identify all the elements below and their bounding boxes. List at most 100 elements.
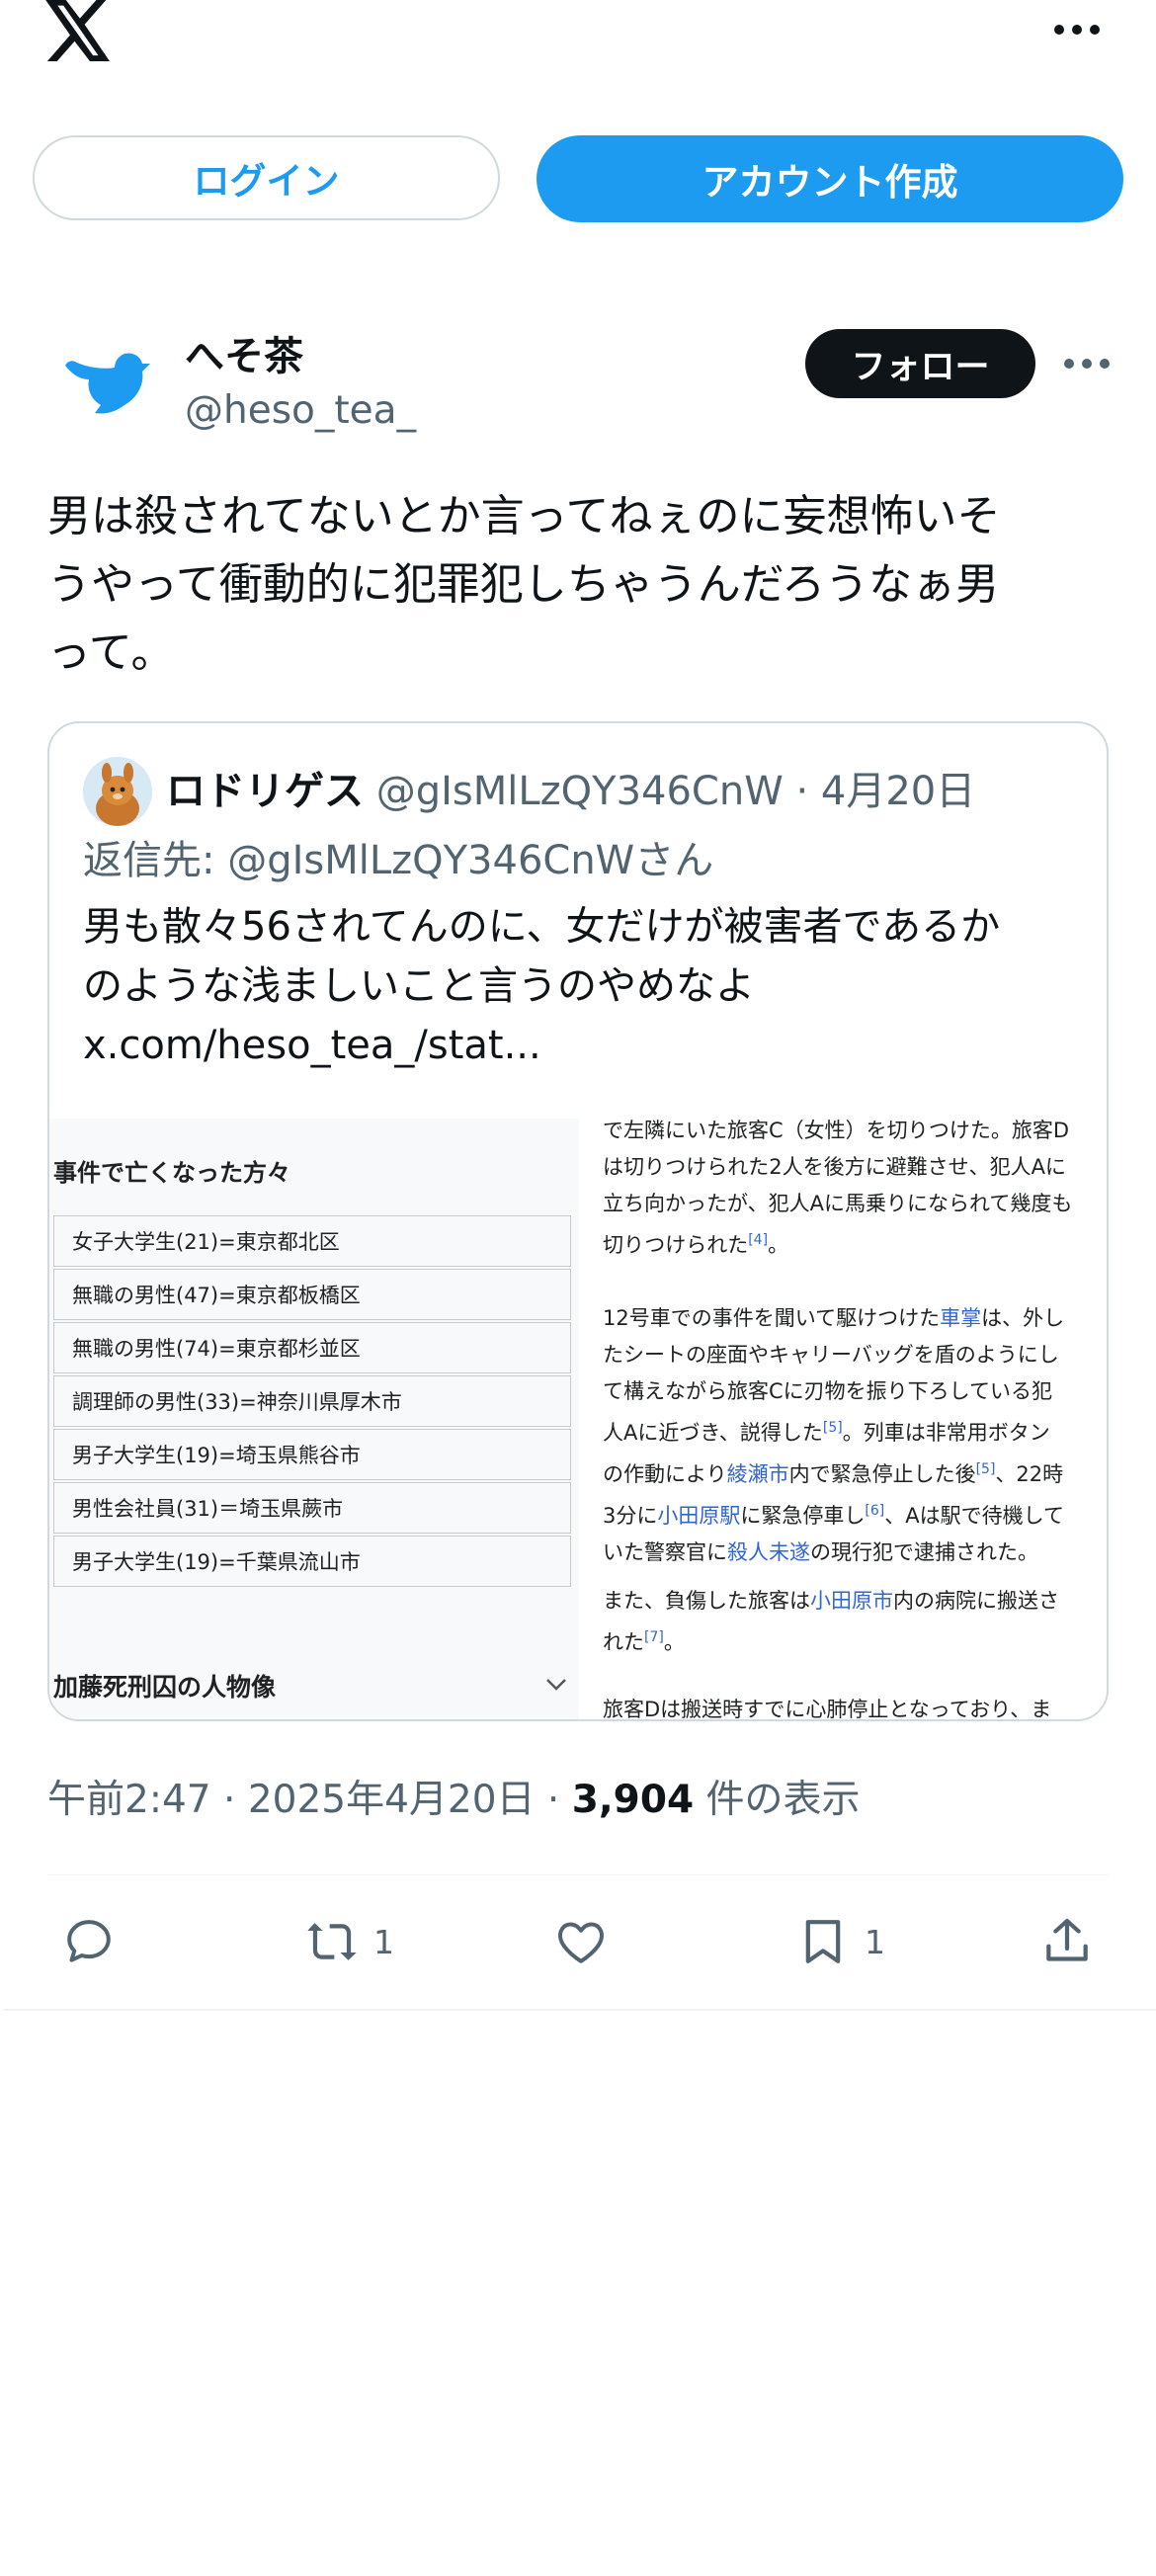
victims-heading: 事件で亡くなった方々 <box>53 1159 290 1187</box>
quoted-post-header: ロドリゲス @gIsMlLzQY346CnW · 4月20日 <box>166 759 975 816</box>
post-timestamp: 午前2:47 · 2025年4月20日 · 3,904 件の表示 <box>47 1769 861 1824</box>
wiki-text: いた警察官に <box>603 1540 727 1564</box>
follow-button[interactable]: フォロー <box>805 329 1035 398</box>
table-row: 男子大学生(19)=埼玉県熊谷市 <box>53 1429 571 1480</box>
wiki-link: 殺人未遂 <box>727 1540 810 1564</box>
post-time[interactable]: 午前2:47 <box>47 1778 211 1822</box>
quoted-text-line[interactable]: x.com/heso_tea_/stat... <box>83 1016 1081 1075</box>
wiki-link: 小田原市 <box>810 1589 893 1613</box>
wiki-text: 切りつけられた <box>603 1233 749 1257</box>
wiki-link: 綾瀬市 <box>726 1462 789 1486</box>
section-heading: 加藤死刑囚の人物像 <box>53 1673 277 1702</box>
views-label: 件の表示 <box>705 1778 861 1822</box>
table-row: 調理師の男性(33)=神奈川県厚木市 <box>53 1375 571 1427</box>
bird-icon <box>65 353 150 414</box>
post-text-line: 男は殺されてないとか言ってねぇのに妄想怖いそ <box>47 491 1001 541</box>
login-button[interactable]: ログイン <box>33 135 500 220</box>
create-account-button[interactable]: アカウント作成 <box>537 135 1123 222</box>
like-button[interactable] <box>553 1912 609 1971</box>
divider <box>4 2009 1156 2011</box>
table-row: 男子大学生(19)=千葉県流山市 <box>53 1536 571 1587</box>
wiki-text: 内で緊急停止した後 <box>788 1462 976 1486</box>
post-text-line: って。 <box>47 627 175 678</box>
wiki-link: 車掌 <box>940 1306 982 1330</box>
reply-icon <box>67 1920 111 1962</box>
wiki-paragraph: で左隣にいた旅客C（女性）を切りつけた。旅客D は切りつけられた2人を後方に避難… <box>603 1119 1097 1264</box>
quoted-text-line: のような浅ましいこと言うのやめなよ <box>83 963 755 1009</box>
wiki-line: 立ち向かったが、犯人Aに馬乗りになられて幾度も <box>603 1192 1073 1215</box>
wiki-line: いた警察官に殺人未遂の現行犯で逮捕された。 <box>603 1535 1097 1571</box>
quoted-author-name[interactable]: ロドリゲス <box>166 769 364 814</box>
post-date[interactable]: 2025年4月20日 <box>248 1778 536 1822</box>
wiki-line: 切りつけられた[4]。 <box>603 1232 789 1257</box>
separator-dot: · <box>795 769 809 814</box>
wiki-text: は、外し <box>981 1306 1065 1330</box>
wiki-right-panel: で左隣にいた旅客C（女性）を切りつけた。旅客D は切りつけられた2人を後方に避難… <box>603 1119 1097 1721</box>
x-logo-icon[interactable] <box>43 0 115 61</box>
wiki-line: の作動により綾瀬市内で緊急停止した後[5]、22時 <box>603 1452 1097 1493</box>
wiki-text: 、22時 <box>995 1462 1064 1486</box>
table-row: 無職の男性(74)=東京都杉並区 <box>53 1322 571 1373</box>
table-row: 男性会社員(31)＝埼玉県蕨市 <box>53 1482 571 1534</box>
wiki-text: また、負傷した旅客は <box>603 1589 810 1613</box>
post-text: 男は殺されてないとか言ってねぇのに妄想怖いそ うやって衝動的に犯罪犯しちゃうんだ… <box>47 482 1115 687</box>
retweet-button[interactable]: 1 <box>304 1912 394 1971</box>
wiki-text: の現行犯で逮捕された。 <box>810 1540 1038 1564</box>
share-icon <box>1046 1918 1088 1961</box>
quoted-author-avatar[interactable] <box>83 757 152 826</box>
separator-dot: · <box>546 1778 560 1822</box>
author-name[interactable]: へそ茶 <box>185 324 303 381</box>
wiki-text: 。列車は非常用ボタン <box>842 1421 1050 1445</box>
bookmark-count: 1 <box>865 1922 885 1961</box>
post-more-icon[interactable] <box>1057 346 1116 381</box>
wiki-text: 人Aに近づき、説得した <box>603 1421 823 1445</box>
wiki-ref: [5] <box>975 1461 996 1477</box>
quoted-post-card[interactable]: ロドリゲス @gIsMlLzQY346CnW · 4月20日 返信先: @gIs… <box>47 721 1109 1721</box>
wiki-ref: [5] <box>822 1420 843 1436</box>
heart-icon <box>558 1922 604 1963</box>
wiki-ref: [4] <box>748 1232 769 1248</box>
wiki-text: 3分に <box>603 1504 658 1528</box>
wiki-line: で左隣にいた旅客C（女性）を切りつけた。旅客D <box>603 1119 1070 1142</box>
wiki-line: 12号車での事件を聞いて駆けつけた車掌は、外し <box>603 1300 1097 1337</box>
wiki-text: 、Aは駅で待機して <box>884 1504 1064 1528</box>
quoted-author-handle[interactable]: @gIsMlLzQY346CnW <box>376 769 784 814</box>
author-avatar[interactable] <box>51 326 160 435</box>
wiki-line: 旅客Dは搬送時すでに心肺停止となっており、ま <box>603 1698 1052 1721</box>
share-button[interactable] <box>1039 1912 1095 1971</box>
retweet-count: 1 <box>373 1922 394 1961</box>
wiki-text: の作動により <box>603 1462 727 1486</box>
wiki-line: 3分に小田原駅に緊急停車し[6]、Aは駅で待機して <box>603 1493 1097 1535</box>
wiki-left-panel: 事件で亡くなった方々 女子大学生(21)=東京都北区 無職の男性(47)=東京都… <box>49 1119 579 1719</box>
quoted-post-date[interactable]: 4月20日 <box>821 769 975 814</box>
wiki-paragraph: また、負傷した旅客は小田原市内の病院に搬送さ れた[7]。 <box>603 1583 1097 1661</box>
author-handle[interactable]: @heso_tea_ <box>185 388 416 433</box>
wiki-line: たシートの座面やキャリーバッグを盾のようにし <box>603 1343 1059 1367</box>
views-count: 3,904 <box>571 1778 695 1822</box>
table-row: 女子大学生(21)=東京都北区 <box>53 1215 571 1267</box>
quoted-post-text: 男も散々56されてんのに、女だけが被害者であるか のような浅ましいこと言うのやめ… <box>83 897 1081 1075</box>
wiki-line: れた[7]。 <box>603 1629 685 1654</box>
quoted-post-image[interactable]: 事件で亡くなった方々 女子大学生(21)=東京都北区 無職の男性(47)=東京都… <box>49 1119 1107 1721</box>
bookmark-button[interactable]: 1 <box>795 1912 885 1971</box>
post-text-line: うやって衝動的に犯罪犯しちゃうんだろうなぁ男 <box>47 559 1000 610</box>
wiki-ref: [7] <box>644 1629 664 1645</box>
wiki-line: て構えながら旅客Cに刃物を振り下ろしている犯 <box>603 1379 1053 1403</box>
wiki-line: は切りつけられた2人を後方に避難させ、犯人Aに <box>603 1155 1066 1179</box>
divider <box>47 1874 1109 1875</box>
wiki-paragraph: 旅客Dは搬送時すでに心肺停止となっており、ま <box>603 1692 1097 1721</box>
wiki-ref: [6] <box>865 1503 885 1519</box>
separator-dot: · <box>223 1778 236 1822</box>
retweet-icon <box>307 1923 357 1960</box>
wiki-line: 人Aに近づき、説得した[5]。列車は非常用ボタン <box>603 1410 1097 1452</box>
wiki-text: れた <box>603 1630 644 1654</box>
more-horizontal-icon[interactable] <box>1047 10 1107 49</box>
wiki-text: 12号車での事件を聞いて駆けつけた <box>603 1306 941 1330</box>
wiki-text: に緊急停車し <box>740 1504 866 1528</box>
reply-button[interactable] <box>61 1912 117 1971</box>
reply-to-label: 返信先: @gIsMlLzQY346CnWさん <box>83 838 714 883</box>
wiki-line: また、負傷した旅客は小田原市内の病院に搬送さ <box>603 1583 1097 1620</box>
quoted-text-line: 男も散々56されてんのに、女だけが被害者であるか <box>83 904 1001 950</box>
bookmark-icon <box>805 1920 841 1963</box>
wiki-link: 小田原駅 <box>657 1504 741 1528</box>
